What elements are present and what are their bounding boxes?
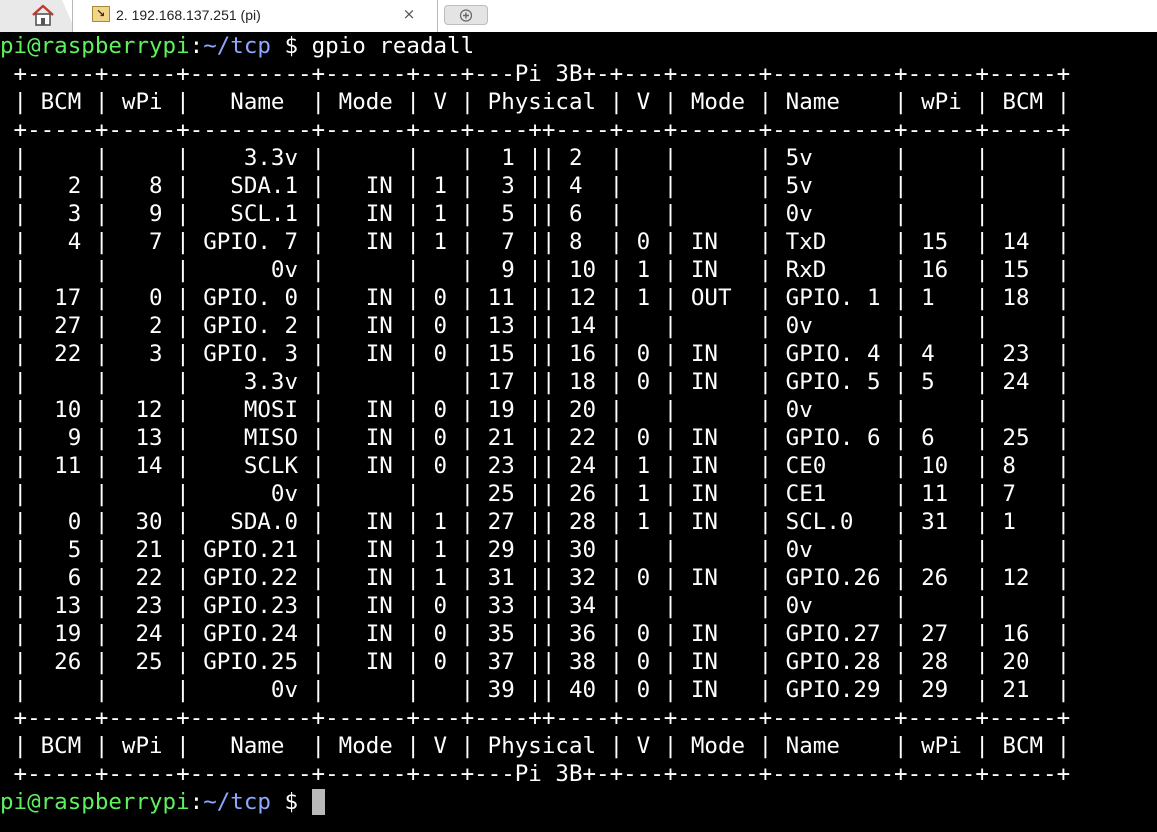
table-border: +-----+-----+---------+------+---+----++…: [0, 117, 1071, 143]
text-cursor: [311, 789, 325, 815]
prompt-line[interactable]: pi@raspberrypi:~/tcp $: [0, 788, 325, 816]
table-row: | 10 | 12 | MOSI | IN | 0 | 19 || 20 | |…: [0, 397, 1071, 423]
table-row: | 27 | 2 | GPIO. 2 | IN | 0 | 13 || 14 |…: [0, 313, 1071, 339]
close-icon[interactable]: ×: [400, 4, 418, 24]
table-row: | 5 | 21 | GPIO.21 | IN | 1 | 29 || 30 |…: [0, 537, 1071, 563]
table-footer: | BCM | wPi | Name | Mode | V | Physical…: [0, 733, 1071, 759]
tab-bar: ↘ 2. 192.168.137.251 (pi) ×: [0, 0, 1157, 33]
table-row: | 26 | 25 | GPIO.25 | IN | 0 | 37 || 38 …: [0, 649, 1071, 675]
table-border: +-----+-----+---------+------+---+----++…: [0, 705, 1071, 731]
table-header: | BCM | wPi | Name | Mode | V | Physical…: [0, 89, 1071, 115]
terminal-icon: ↘: [92, 6, 110, 22]
table-row: | | | 3.3v | | | 17 || 18 | 0 | IN | GPI…: [0, 369, 1071, 395]
prompt-symbol: $: [270, 33, 312, 59]
home-tab[interactable]: [0, 0, 76, 32]
home-icon: [32, 4, 54, 26]
prompt-user: pi@raspberrypi: [0, 33, 190, 59]
prompt-path: ~/tcp: [203, 33, 271, 59]
tab-strip-empty: [438, 0, 1157, 32]
table-row: | 19 | 24 | GPIO.24 | IN | 0 | 35 || 36 …: [0, 621, 1071, 647]
table-row: | 13 | 23 | GPIO.23 | IN | 0 | 33 || 34 …: [0, 593, 1071, 619]
terminal-window[interactable]: pi@raspberrypi:~/tcp $ gpio readall +---…: [0, 32, 1157, 832]
command-line: pi@raspberrypi:~/tcp $ gpio readall: [0, 32, 474, 60]
table-row: | | | 0v | | | 9 || 10 | 1 | IN | RxD | …: [0, 257, 1071, 283]
table-row: | | | 3.3v | | | 1 || 2 | | | 5v | | |: [0, 145, 1071, 171]
table-border: +-----+-----+---------+------+---+---Pi …: [0, 61, 1071, 87]
table-row: | 0 | 30 | SDA.0 | IN | 1 | 27 || 28 | 1…: [0, 509, 1071, 535]
prompt-user: pi@raspberrypi: [0, 789, 190, 815]
table-row: | 9 | 13 | MISO | IN | 0 | 21 || 22 | 0 …: [0, 425, 1071, 451]
prompt-colon: :: [189, 33, 204, 59]
tab-session[interactable]: ↘ 2. 192.168.137.251 (pi) ×: [72, 0, 438, 32]
table-row: | 4 | 7 | GPIO. 7 | IN | 1 | 7 || 8 | 0 …: [0, 229, 1071, 255]
table-row: | 22 | 3 | GPIO. 3 | IN | 0 | 15 || 16 |…: [0, 341, 1071, 367]
table-row: | 11 | 14 | SCLK | IN | 0 | 23 || 24 | 1…: [0, 453, 1071, 479]
table-row: | 6 | 22 | GPIO.22 | IN | 1 | 31 || 32 |…: [0, 565, 1071, 591]
table-row: | | | 0v | | | 39 || 40 | 0 | IN | GPIO.…: [0, 677, 1071, 703]
new-tab-icon: [459, 9, 473, 22]
prompt-symbol: $: [270, 789, 312, 815]
table-row: | 17 | 0 | GPIO. 0 | IN | 0 | 11 || 12 |…: [0, 285, 1071, 311]
prompt-path: ~/tcp: [203, 789, 271, 815]
tab-title: 2. 192.168.137.251 (pi): [116, 7, 261, 23]
table-row: | 3 | 9 | SCL.1 | IN | 1 | 5 || 6 | | | …: [0, 201, 1071, 227]
prompt-colon: :: [189, 789, 204, 815]
table-border: +-----+-----+---------+------+---+---Pi …: [0, 761, 1071, 787]
command-text: gpio readall: [311, 33, 475, 59]
table-row: | | | 0v | | | 25 || 26 | 1 | IN | CE1 |…: [0, 481, 1071, 507]
table-row: | 2 | 8 | SDA.1 | IN | 1 | 3 || 4 | | | …: [0, 173, 1071, 199]
new-tab-button[interactable]: [444, 5, 488, 25]
